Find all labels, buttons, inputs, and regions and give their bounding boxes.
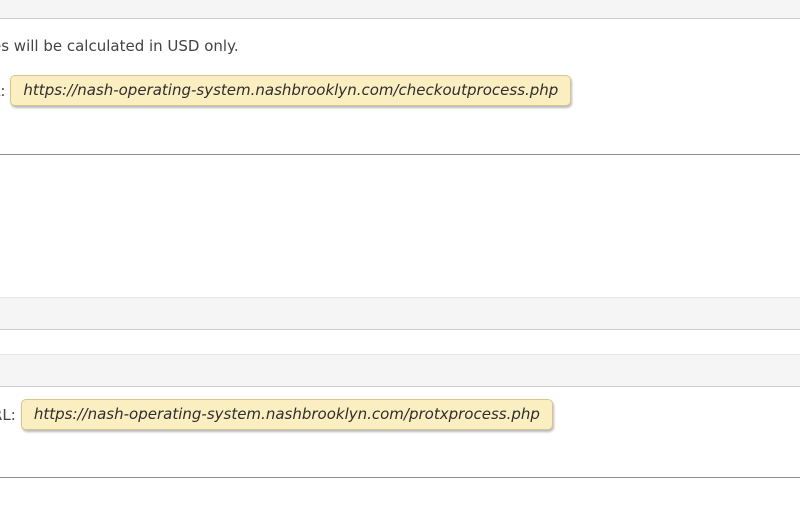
checkout-url-label: L: (0, 81, 6, 100)
section-divider (0, 154, 800, 155)
checkout-url-field[interactable]: https://nash-operating-system.nashbrookl… (10, 75, 572, 106)
protx-url-label: RL: (0, 405, 16, 424)
section-header-band (0, 297, 800, 330)
section-header-band (0, 354, 800, 387)
protx-url-row: RL: https://nash-operating-system.nashbr… (0, 399, 553, 430)
currency-note: es will be calculated in USD only. (0, 37, 239, 55)
section-header-band (0, 0, 800, 19)
section-divider (0, 477, 800, 478)
protx-url-field[interactable]: https://nash-operating-system.nashbrookl… (20, 399, 553, 430)
checkout-url-row: L: https://nash-operating-system.nashbro… (0, 75, 572, 106)
